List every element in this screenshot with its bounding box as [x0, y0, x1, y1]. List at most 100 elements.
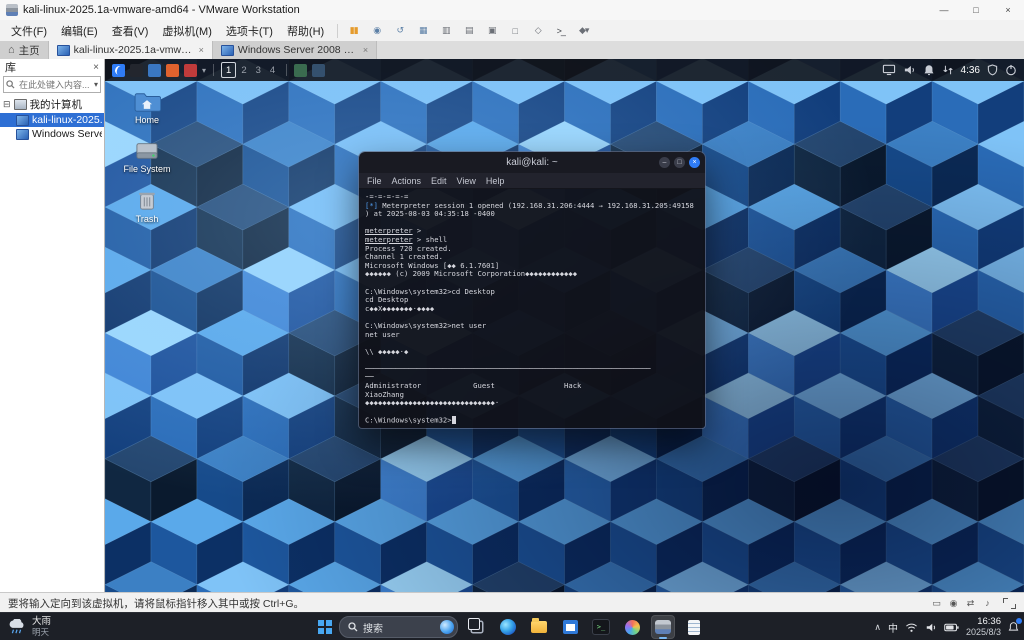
- taskbar-app-terminal[interactable]: >_: [589, 615, 613, 639]
- taskbar-app-task-view[interactable]: [465, 615, 489, 639]
- tab-label: 主页: [19, 43, 40, 58]
- terminal-line: c◆◆X◆◆◆◆◆◆◆·◆◆◆◆: [365, 305, 699, 314]
- titlebar: kali-linux-2025.1a-vmware-amd64 - VMware…: [0, 0, 1024, 21]
- minimize-button[interactable]: —: [928, 0, 960, 20]
- close-button[interactable]: ×: [992, 0, 1024, 20]
- terminal-menu-file[interactable]: File: [367, 176, 382, 186]
- launcher-dropdown-icon[interactable]: ▾: [202, 66, 206, 75]
- fullscreen-icon[interactable]: □: [505, 22, 524, 39]
- ime-indicator[interactable]: 中: [888, 620, 898, 635]
- snapshot-take-icon[interactable]: ◉: [367, 22, 386, 39]
- tree-item-my-computer[interactable]: ⊟ 我的计算机: [0, 96, 104, 113]
- suspend-icon[interactable]: ▮▮: [344, 22, 363, 39]
- window-list-icon[interactable]: [312, 64, 325, 77]
- desktop-icon-file-system[interactable]: File System: [117, 140, 177, 174]
- tree-expander-icon[interactable]: ⊟: [3, 99, 11, 110]
- terminal-menu-actions[interactable]: Actions: [392, 176, 422, 186]
- workspace-1[interactable]: 1: [221, 62, 236, 78]
- panel-separator: [213, 64, 214, 76]
- notifications-bell-icon[interactable]: [923, 64, 935, 76]
- workspace-2[interactable]: 2: [237, 63, 250, 77]
- menubar-item-4[interactable]: 选项卡(T): [219, 24, 280, 40]
- wifi-icon[interactable]: [905, 622, 918, 633]
- stretch-guest-icon[interactable]: ◆▾: [574, 22, 593, 39]
- terminal-maximize-button[interactable]: □: [674, 157, 685, 168]
- library-close-icon[interactable]: ×: [93, 62, 99, 73]
- bing-icon[interactable]: [440, 620, 454, 634]
- tab-vm-2[interactable]: Windows Server 2008 R2 x64×: [213, 41, 377, 59]
- trash-icon: [137, 189, 157, 212]
- panel-launchers: [112, 64, 197, 77]
- terminal-icon[interactable]: [130, 64, 143, 77]
- cdrom-icon[interactable]: ◉: [946, 596, 961, 610]
- maximize-button[interactable]: □: [960, 0, 992, 20]
- volume-icon[interactable]: [903, 64, 916, 76]
- volume-icon[interactable]: [925, 622, 937, 633]
- taskbar-search[interactable]: 搜索: [339, 616, 458, 638]
- harddisk-icon[interactable]: ▭: [929, 596, 944, 610]
- network-adapter-icon[interactable]: ⇄: [963, 596, 978, 610]
- power-icon[interactable]: [1005, 64, 1017, 76]
- vm-console[interactable]: ▾ 1234: [105, 59, 1024, 592]
- terminal-menu-edit[interactable]: Edit: [431, 176, 447, 186]
- taskbar-app-file-explorer[interactable]: [527, 615, 551, 639]
- terminal-titlebar[interactable]: kali@kali: ~ – □ ×: [359, 152, 705, 173]
- kali-terminal-window[interactable]: kali@kali: ~ – □ × File Actions Edit View He…: [358, 151, 706, 429]
- console-view-icon[interactable]: ▣: [482, 22, 501, 39]
- edge-icon: [500, 619, 516, 635]
- show-thumbnail-bar-icon[interactable]: ▤: [459, 22, 478, 39]
- kali-menu-icon[interactable]: [112, 64, 125, 77]
- battery-icon[interactable]: [944, 623, 959, 632]
- statusbar-fullscreen-icon[interactable]: [1003, 598, 1016, 609]
- show-library-icon[interactable]: ▥: [436, 22, 455, 39]
- library-search[interactable]: ▾: [3, 76, 101, 93]
- sound-icon[interactable]: ♪: [980, 596, 995, 610]
- files-icon[interactable]: [148, 64, 161, 77]
- text-editor-icon[interactable]: [184, 64, 197, 77]
- snapshot-manager-icon[interactable]: ▦: [413, 22, 432, 39]
- unity-icon[interactable]: ◇: [528, 22, 547, 39]
- tree-item-vm-1[interactable]: Windows Serve: [0, 127, 104, 141]
- desktop-icon-trash[interactable]: Trash: [117, 189, 177, 224]
- snapshot-revert-icon[interactable]: ↺: [390, 22, 409, 39]
- terminal-menu-view[interactable]: View: [457, 176, 476, 186]
- firefox-icon[interactable]: [166, 64, 179, 77]
- terminal-close-button[interactable]: ×: [689, 157, 700, 168]
- tree-item-vm-0[interactable]: kali-linux-2025.1: [0, 113, 104, 127]
- open-console-icon[interactable]: >_: [551, 22, 570, 39]
- screen-lock-icon[interactable]: [987, 64, 998, 76]
- screenshot-tool-icon[interactable]: [294, 64, 307, 77]
- menubar-item-1[interactable]: 编辑(E): [54, 24, 105, 40]
- menubar-item-5[interactable]: 帮助(H): [280, 24, 331, 40]
- workspace-3[interactable]: 3: [252, 63, 265, 77]
- hidden-icons-chevron[interactable]: ∧: [874, 622, 881, 633]
- taskbar-app-vmware-workstation[interactable]: [651, 615, 675, 639]
- tab-home[interactable]: ⌂主页: [0, 41, 49, 59]
- terminal-output[interactable]: -=-=-=-=-=[*] Meterpreter session 1 open…: [359, 189, 705, 428]
- taskbar-app-microsoft-store[interactable]: [558, 615, 582, 639]
- workspace-switcher: 1234: [221, 62, 279, 78]
- desktop-icon-home[interactable]: Home: [117, 91, 177, 125]
- menubar-item-2[interactable]: 查看(V): [105, 24, 156, 40]
- terminal-menu-help[interactable]: Help: [486, 176, 505, 186]
- library-search-input[interactable]: [17, 79, 92, 91]
- tab-close-icon[interactable]: ×: [363, 45, 368, 55]
- terminal-menubar: File Actions Edit View Help: [359, 173, 705, 189]
- weather-widget[interactable]: 大雨 明天: [7, 613, 51, 640]
- terminal-minimize-button[interactable]: –: [659, 157, 670, 168]
- tray-clock[interactable]: 16:36 2025/8/3: [966, 616, 1001, 638]
- taskbar-app-notepad[interactable]: [682, 615, 706, 639]
- menubar-item-0[interactable]: 文件(F): [4, 24, 54, 40]
- start-button[interactable]: [318, 620, 332, 634]
- display-icon[interactable]: [882, 64, 896, 76]
- taskbar-app-photos[interactable]: [620, 615, 644, 639]
- tab-vm-1[interactable]: kali-linux-2025.1a-vmware-...×: [49, 41, 213, 59]
- tab-close-icon[interactable]: ×: [199, 45, 204, 55]
- menubar-item-3[interactable]: 虚拟机(M): [155, 24, 219, 40]
- workspace-4[interactable]: 4: [266, 63, 279, 77]
- search-dropdown-icon[interactable]: ▾: [94, 80, 98, 89]
- notification-bell[interactable]: [1008, 621, 1019, 633]
- network-icon[interactable]: [942, 64, 954, 76]
- panel-clock[interactable]: 4:36: [961, 65, 980, 76]
- taskbar-app-edge[interactable]: [496, 615, 520, 639]
